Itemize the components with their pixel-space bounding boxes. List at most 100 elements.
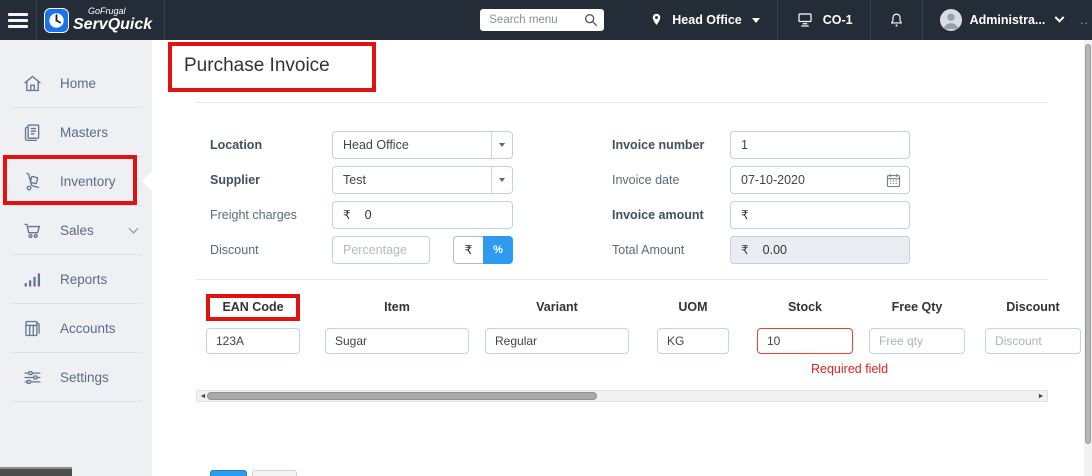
supplier-select[interactable]: Test	[332, 166, 513, 194]
servquick-logo-icon	[44, 7, 69, 33]
notifications-button[interactable]	[871, 0, 922, 40]
invoice-number-label: Invoice number	[612, 138, 705, 152]
sidebar-item-accounts[interactable]: Accounts	[0, 304, 152, 352]
invoice-amount-input[interactable]	[748, 208, 909, 222]
discount-rupee-toggle[interactable]: ₹	[453, 236, 483, 264]
rupee-symbol: ₹	[741, 243, 749, 257]
horizontal-scrollbar[interactable]: ◄ ►	[196, 390, 1048, 402]
sidebar-item-sales[interactable]: Sales	[0, 206, 152, 254]
overflow-dots: ..	[1080, 13, 1089, 27]
user-menu[interactable]: Administra...	[923, 0, 1081, 40]
home-icon	[21, 72, 43, 94]
column-header-stock: Stock	[787, 300, 823, 314]
item-input[interactable]	[325, 328, 469, 354]
inventory-icon	[21, 170, 43, 192]
location-pin-icon	[653, 13, 661, 25]
cancel-button-partial[interactable]	[252, 470, 297, 476]
terminal-label: CO-1	[822, 13, 853, 27]
search-icon[interactable]	[583, 12, 599, 28]
ean-code-input[interactable]	[206, 328, 300, 354]
scroll-right-arrow-icon[interactable]: ►	[1036, 391, 1046, 401]
sidebar-item-label: Home	[60, 75, 97, 91]
uom-input[interactable]	[657, 328, 729, 354]
horizontal-scrollbar-thumb[interactable]	[207, 392, 597, 400]
supplier-select-value: Test	[343, 173, 366, 187]
divider	[164, 0, 166, 40]
vertical-scrollbar-thumb[interactable]	[1085, 44, 1091, 444]
brand-name-small: GoFrugal	[88, 6, 126, 16]
stock-input[interactable]	[757, 328, 853, 354]
discount-cell-input[interactable]	[985, 328, 1081, 354]
sidebar-item-inventory[interactable]: Inventory	[0, 155, 152, 205]
app-logo[interactable]: GoFrugal ServQuick	[37, 0, 164, 40]
masters-icon	[21, 121, 43, 143]
column-header-ean-code: EAN Code	[206, 292, 300, 322]
top-bar: GoFrugal ServQuick Head Office CO-1	[0, 0, 1092, 40]
chevron-down-icon	[499, 143, 505, 147]
settings-sliders-icon	[21, 366, 43, 388]
annotation-box-ean-code: EAN Code	[206, 293, 300, 321]
vertical-scrollbar[interactable]	[1084, 40, 1092, 476]
bell-icon	[890, 13, 902, 26]
required-field-error: Required field	[811, 362, 889, 376]
reports-icon	[21, 268, 43, 290]
sidebar-item-label: Sales	[60, 222, 94, 238]
column-header-free-qty: Free Qty	[891, 300, 943, 314]
variant-input[interactable]	[485, 328, 629, 354]
sidebar-item-settings[interactable]: Settings	[0, 353, 152, 401]
active-item-notch	[142, 171, 152, 191]
store-location-label: Head Office	[672, 13, 742, 27]
main-content: Purchase Invoice Location Head Office In…	[152, 40, 1092, 476]
invoice-date-input[interactable]	[730, 166, 910, 194]
sidebar-item-label: Masters	[60, 124, 109, 140]
rupee-symbol: ₹	[343, 208, 351, 222]
sidebar-item-home[interactable]: Home	[0, 59, 152, 107]
divider	[12, 401, 142, 402]
sales-cart-icon	[21, 219, 43, 241]
chevron-down-icon	[128, 223, 139, 234]
invoice-amount-label: Invoice amount	[612, 208, 704, 222]
purchase-invoice-form: Location Head Office Invoice number Supp…	[152, 103, 1092, 264]
sidebar-item-masters[interactable]: Masters	[0, 108, 152, 156]
discount-type-toggle: ₹ %	[453, 236, 513, 264]
discount-input[interactable]	[332, 236, 430, 264]
save-button-partial[interactable]	[210, 470, 247, 476]
hamburger-menu-icon[interactable]	[0, 0, 36, 40]
freight-charges-input[interactable]	[350, 208, 512, 222]
column-header-discount: Discount	[1006, 300, 1060, 314]
select-caret-segment[interactable]	[491, 132, 512, 158]
free-qty-input[interactable]	[869, 328, 965, 354]
total-amount-label: Total Amount	[612, 243, 685, 257]
search-menu	[480, 9, 605, 31]
location-label: Location	[210, 138, 263, 152]
sidebar-item-label: Inventory	[60, 173, 116, 189]
sidebar-item-label: Accounts	[60, 320, 116, 336]
sidebar-item-reports[interactable]: Reports	[0, 255, 152, 303]
freight-charges-field: ₹	[332, 201, 513, 229]
discount-label: Discount	[210, 243, 259, 257]
total-amount-input	[748, 243, 909, 257]
bottom-left-dark-fragment	[0, 467, 72, 476]
terminal-icon	[798, 13, 812, 27]
store-location-selector[interactable]: Head Office	[632, 0, 776, 40]
sidebar-item-label: Reports	[60, 271, 108, 287]
invoice-items-table: EAN Code Item Variant UOM Stock Free Qty…	[152, 280, 1092, 376]
invoice-amount-field: ₹	[730, 201, 910, 229]
invoice-number-input[interactable]	[730, 131, 910, 159]
sidebar: Home Masters Inventory Sales Reports Acc…	[0, 40, 152, 476]
user-label: Administra...	[969, 13, 1046, 27]
chevron-down-icon	[499, 178, 505, 182]
chevron-down-icon	[1054, 12, 1065, 23]
rupee-symbol: ₹	[741, 208, 749, 222]
select-caret-segment[interactable]	[491, 167, 512, 193]
invoice-date-label: Invoice date	[612, 173, 680, 187]
location-select-value: Head Office	[343, 138, 409, 152]
total-amount-field: ₹	[730, 236, 910, 264]
page-title: Purchase Invoice	[168, 42, 376, 92]
terminal-selector[interactable]: CO-1	[778, 0, 870, 40]
accounts-icon	[21, 317, 43, 339]
chevron-down-icon	[751, 17, 760, 23]
table-row	[206, 328, 1092, 354]
location-select[interactable]: Head Office	[332, 131, 513, 159]
discount-percent-toggle[interactable]: %	[483, 236, 513, 264]
